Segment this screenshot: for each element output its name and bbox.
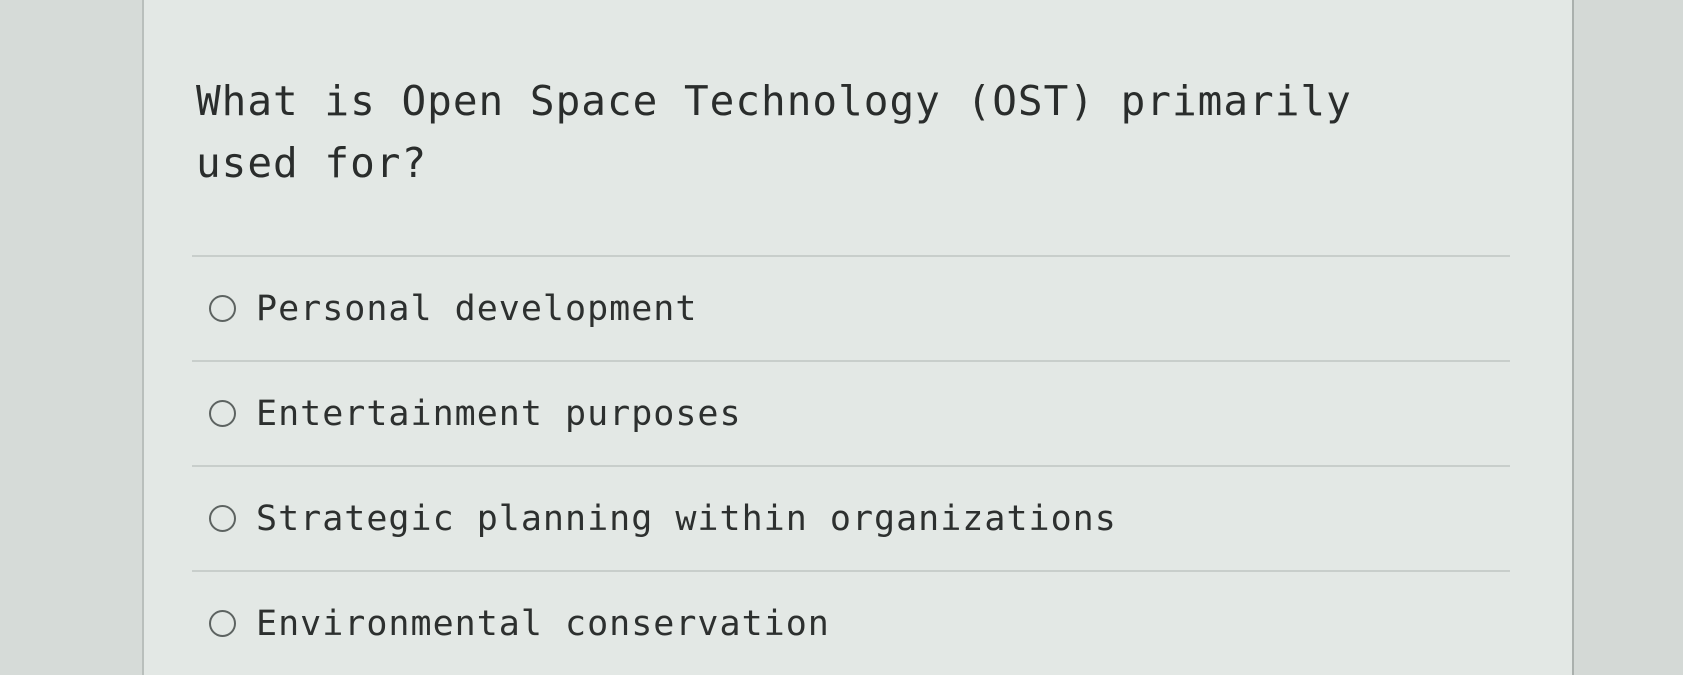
option-label: Entertainment purposes — [256, 393, 742, 434]
option-label: Personal development — [256, 288, 698, 329]
radio-button[interactable] — [209, 610, 236, 637]
option-environmental-conservation[interactable]: Environmental conservation — [192, 570, 1510, 675]
option-strategic-planning[interactable]: Strategic planning within organizations — [192, 465, 1510, 570]
radio-button[interactable] — [209, 400, 236, 427]
left-gutter — [0, 0, 144, 675]
answer-options: Personal development Entertainment purpo… — [192, 255, 1510, 675]
radio-button[interactable] — [209, 295, 236, 322]
option-entertainment-purposes[interactable]: Entertainment purposes — [192, 360, 1510, 465]
option-label: Strategic planning within organizations — [256, 498, 1117, 539]
option-label: Environmental conservation — [256, 603, 830, 644]
radio-button[interactable] — [209, 505, 236, 532]
right-gutter — [1572, 0, 1683, 675]
question-text: What is Open Space Technology (OST) prim… — [196, 77, 1352, 187]
option-personal-development[interactable]: Personal development — [192, 255, 1510, 360]
